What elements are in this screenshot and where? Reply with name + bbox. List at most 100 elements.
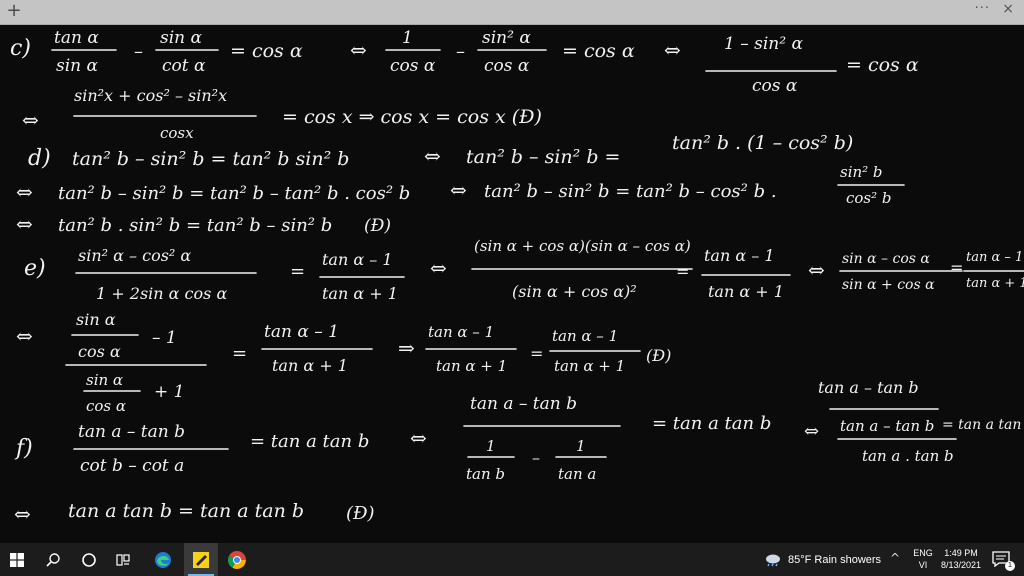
task-view-icon[interactable] xyxy=(106,543,140,576)
part-d-line-1: d) tan² b – sin² b = tan² b sin² b ⇔ tan… xyxy=(28,132,853,171)
fraction-numerator: tan a – tan b xyxy=(818,378,919,397)
more-options-button[interactable]: ··· xyxy=(975,1,990,16)
whiteboard-canvas[interactable]: c) tan α sin α – sin α cot α = cos α ⇔ 1… xyxy=(0,25,1024,543)
fraction-numerator: sin² α – cos² α xyxy=(78,246,191,265)
equation-text: + 1 xyxy=(154,382,184,402)
operator: = xyxy=(676,262,689,281)
fraction-denominator: sin α + cos α xyxy=(842,277,935,293)
fraction-numerator: tan a – tan b xyxy=(470,394,577,414)
fraction-denominator: tan α + 1 xyxy=(436,357,507,375)
weather-temperature: 85°F xyxy=(788,553,812,566)
fraction-numerator: tan α – 1 xyxy=(264,322,339,342)
operator: – xyxy=(532,448,540,467)
part-d-line-3: ⇔ tan² b . sin² b = tan² b – sin² b (Đ) xyxy=(16,212,391,236)
fraction-denominator: sin α xyxy=(56,56,99,76)
fraction-denominator: tan a . tan b xyxy=(862,447,954,465)
equation-text: = cos α xyxy=(230,40,303,62)
label-d: d) xyxy=(28,146,51,171)
fraction-numerator: (sin α + cos α)(sin α – cos α) xyxy=(474,237,691,255)
notification-count-badge: 1 xyxy=(1005,561,1015,571)
show-hidden-icons-chevron-icon[interactable]: ^ xyxy=(890,551,900,565)
iff-symbol: ⇔ xyxy=(808,258,825,282)
system-clock[interactable]: 1:49 PM 8/13/2021 xyxy=(938,547,984,571)
equation-text: tan² b – sin² b = xyxy=(466,146,620,168)
equation-text: tan² b . sin² b = tan² b – sin² b xyxy=(58,215,332,236)
sticky-notes-icon[interactable] xyxy=(184,543,218,576)
fraction-denominator: cos² b xyxy=(846,189,892,207)
iff-symbol: ⇔ xyxy=(424,144,441,168)
fraction-numerator: tan a – tan b xyxy=(840,417,934,435)
fraction-denominator: tan α + 1 xyxy=(966,276,1024,291)
operator: = xyxy=(232,343,247,364)
label-c: c) xyxy=(10,36,31,61)
search-icon[interactable] xyxy=(36,543,70,576)
part-f-line-2: ⇔ tan a tan b = tan a tan b (Đ) xyxy=(14,500,375,526)
iff-symbol: ⇔ xyxy=(22,108,39,132)
equation-text: – 1 xyxy=(152,328,177,348)
notification-center-icon[interactable]: 1 xyxy=(992,551,1015,571)
fraction-denominator: 1 + 2sin α cos α xyxy=(96,284,227,303)
clock-date: 8/13/2021 xyxy=(940,560,982,570)
iff-symbol: ⇔ xyxy=(450,178,467,202)
fraction-denominator: tan α + 1 xyxy=(708,282,784,301)
fraction-numerator: sin α xyxy=(160,28,203,48)
equation-text: tan a tan b = tan a tan b xyxy=(68,500,304,522)
fraction-numerator: sin²x + cos² – sin²x xyxy=(74,86,227,105)
input-language-indicator[interactable]: ENG VI xyxy=(912,547,934,571)
operator: = xyxy=(290,261,305,282)
close-button[interactable]: × xyxy=(1002,1,1014,17)
weather-condition: Rain showers xyxy=(814,553,882,566)
fraction-denominator: cos α xyxy=(752,76,798,96)
equation-text: = tan a tan b xyxy=(250,431,369,452)
keyboard-layout-code: VI xyxy=(918,560,928,570)
fraction-numerator: tan α – 1 xyxy=(966,250,1023,265)
fraction-denominator: tan α + 1 xyxy=(554,357,625,375)
equation-text: = cos x ⇒ cos x = cos x (Đ) xyxy=(282,106,542,128)
equation-text: tan² b – sin² b = tan² b – tan² b . cos²… xyxy=(58,183,410,204)
fraction-numerator: 1 xyxy=(402,28,413,48)
iff-symbol: ⇔ xyxy=(350,38,367,62)
fraction-denominator: cot α xyxy=(162,56,206,76)
fraction-numerator: tan α – 1 xyxy=(322,250,393,269)
taskbar: 85°F Rain showers ^ ENG VI 1:49 PM 8/13/… xyxy=(0,543,1024,576)
part-e-line-1: e) sin² α – cos² α 1 + 2sin α cos α = ta… xyxy=(24,237,1024,303)
label-f: f) xyxy=(14,436,33,461)
iff-symbol: ⇔ xyxy=(430,256,447,280)
cortana-icon[interactable] xyxy=(72,543,106,576)
implies-symbol: ⇒ xyxy=(398,336,415,360)
fraction-denominator: cos α xyxy=(484,56,530,76)
equation-text: = tan a tan b xyxy=(652,413,771,434)
fraction-numerator: tan α – 1 xyxy=(704,246,775,265)
fraction-denominator: (sin α + cos α)² xyxy=(512,282,637,301)
true-mark: (Đ) xyxy=(364,216,391,236)
operator: = xyxy=(950,258,963,277)
fraction-numerator: sin α xyxy=(86,371,123,389)
fraction-numerator: tan α – 1 xyxy=(552,327,618,345)
equation-text: tan² b – sin² b = tan² b – cos² b . xyxy=(484,181,777,202)
iff-symbol: ⇔ xyxy=(410,426,427,450)
windows-start-icon[interactable] xyxy=(0,543,34,576)
fraction-numerator: sin α – cos α xyxy=(842,251,930,267)
fraction-numerator: tan a – tan b xyxy=(78,422,185,442)
part-c-line-2: ⇔ sin²x + cos² – sin²x cosx = cos x ⇒ co… xyxy=(22,86,542,142)
iff-symbol: ⇔ xyxy=(14,502,31,526)
chrome-icon[interactable] xyxy=(220,543,254,576)
equation-text: = cos α xyxy=(846,54,919,76)
math-notes: c) tan α sin α – sin α cot α = cos α ⇔ 1… xyxy=(10,28,1024,526)
fraction-numerator: sin α xyxy=(76,310,116,329)
label-e: e) xyxy=(24,256,46,281)
edge-icon[interactable] xyxy=(146,543,180,576)
fraction-denominator: tan α + 1 xyxy=(272,356,348,375)
fraction-numerator: sin² α xyxy=(482,28,531,48)
fraction-denominator: cos α xyxy=(390,56,436,76)
weather-widget[interactable]: 85°F Rain showers xyxy=(764,543,881,576)
equation-text: = tan a tan b xyxy=(942,417,1024,433)
fraction-denominator: tan b xyxy=(466,465,505,483)
add-tab-button[interactable]: + xyxy=(4,0,24,22)
equation-text: = cos α xyxy=(562,40,635,62)
fraction-numerator: 1 – sin² α xyxy=(724,34,803,54)
fraction-denominator: cos α xyxy=(78,342,121,361)
operator: = xyxy=(530,344,543,363)
true-mark: (Đ) xyxy=(646,346,671,365)
operator: – xyxy=(456,41,465,62)
